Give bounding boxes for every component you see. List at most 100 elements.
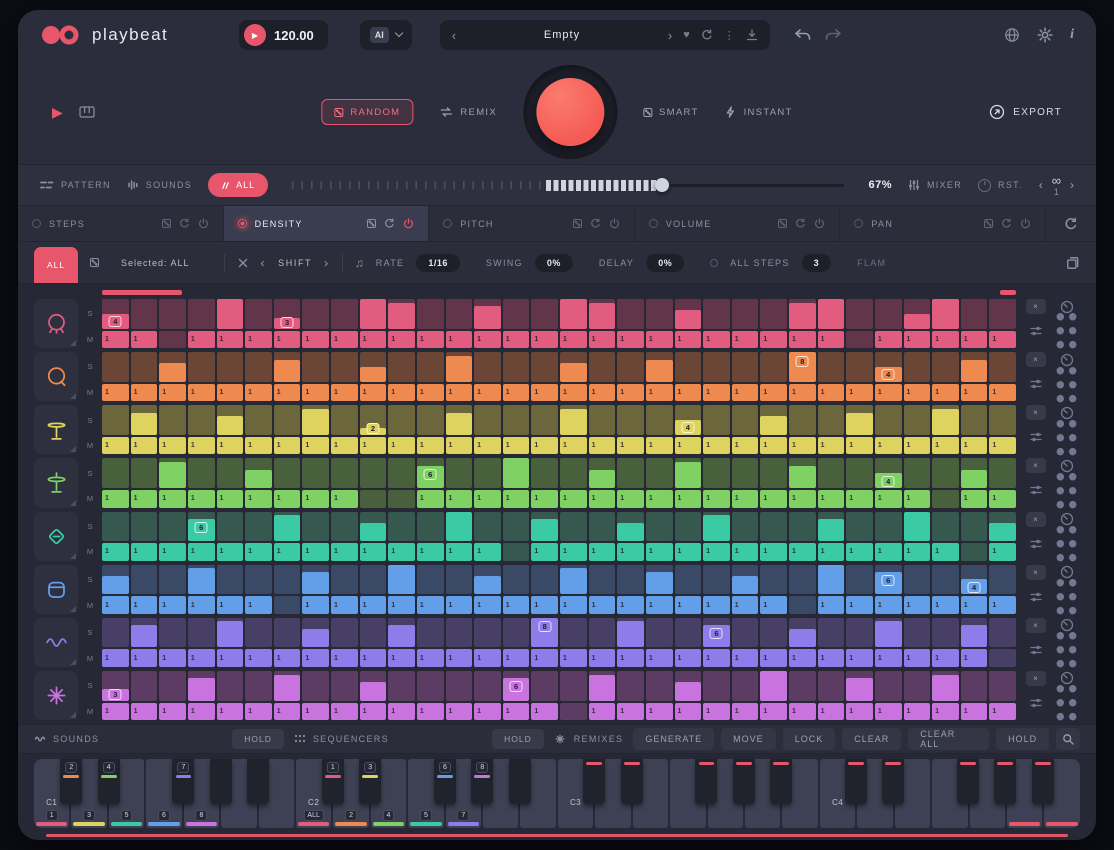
step-cell[interactable] [446, 671, 473, 701]
step-cell[interactable] [245, 512, 272, 542]
pulse-cell[interactable]: 1 [474, 331, 501, 348]
step-cell[interactable] [560, 458, 587, 488]
page-prev-button[interactable]: ‹ [1039, 178, 1043, 192]
step-cell[interactable] [302, 671, 329, 701]
pulse-cell[interactable]: 1 [388, 437, 415, 454]
mixer-button[interactable]: MIXER [908, 179, 962, 191]
step-cell[interactable] [818, 458, 845, 488]
mute-button[interactable]: M [82, 649, 98, 666]
pulse-cell[interactable]: 1 [417, 596, 444, 613]
step-cell[interactable] [932, 512, 959, 542]
pulse-cell[interactable]: 1 [388, 649, 415, 666]
pulse-cell[interactable]: 1 [732, 703, 759, 720]
pulse-cell[interactable]: 1 [388, 543, 415, 560]
pulse-cell[interactable]: 1 [360, 649, 387, 666]
step-cell[interactable] [474, 405, 501, 435]
pulse-cell[interactable]: 1 [818, 543, 845, 560]
pulse-cell[interactable] [503, 543, 530, 560]
pulse-cell[interactable]: 1 [961, 384, 988, 401]
step-cell[interactable] [560, 299, 587, 329]
lock-button[interactable]: LOCK [783, 728, 836, 750]
pulse-cell[interactable]: 1 [503, 437, 530, 454]
piano-key-black[interactable] [583, 759, 605, 804]
step-cell[interactable] [331, 299, 358, 329]
all-steps-value[interactable]: 3 [802, 254, 832, 272]
step-cell[interactable] [360, 671, 387, 701]
pulse-cell[interactable]: 1 [789, 437, 816, 454]
step-cell[interactable] [560, 405, 587, 435]
pulse-cell[interactable] [789, 596, 816, 613]
favorite-icon[interactable]: ♥ [683, 29, 690, 41]
step-cell[interactable] [360, 618, 387, 648]
step-cell[interactable] [302, 458, 329, 488]
step-cell[interactable] [531, 512, 558, 542]
step-cell[interactable] [217, 405, 244, 435]
step-cell[interactable] [675, 565, 702, 595]
pulse-cell[interactable]: 1 [703, 490, 730, 507]
step-cell[interactable] [474, 618, 501, 648]
pulse-cell[interactable]: 1 [360, 331, 387, 348]
pulse-cell[interactable]: 1 [989, 703, 1016, 720]
step-cell[interactable] [388, 299, 415, 329]
pulse-cell[interactable]: 1 [904, 543, 931, 560]
step-cell[interactable] [818, 352, 845, 382]
dice-icon[interactable] [90, 258, 99, 267]
delay-value[interactable]: 0% [646, 254, 684, 272]
dice-icon[interactable] [573, 219, 582, 228]
undo-icon[interactable] [794, 28, 812, 42]
track-settings-icon[interactable] [1029, 643, 1043, 657]
step-cell[interactable]: 6 [188, 512, 215, 542]
pulse-cell[interactable]: 1 [159, 543, 186, 560]
drag-handle-icon[interactable] [1051, 575, 1082, 618]
step-cell[interactable]: 8 [531, 618, 558, 648]
step-cell[interactable] [932, 565, 959, 595]
step-cell[interactable] [646, 512, 673, 542]
copy-icon[interactable] [1066, 256, 1080, 270]
preset-prev-button[interactable]: ‹ [452, 28, 456, 43]
pulse-cell[interactable]: 1 [560, 490, 587, 507]
track-mute-icon[interactable]: × [1026, 405, 1046, 420]
step-cell[interactable] [503, 299, 530, 329]
step-cell[interactable] [760, 352, 787, 382]
step-cell[interactable] [989, 671, 1016, 701]
track-mute-icon[interactable]: × [1026, 352, 1046, 367]
pulse-cell[interactable]: 1 [531, 384, 558, 401]
pulse-cell[interactable]: 1 [560, 596, 587, 613]
power-icon[interactable] [198, 218, 209, 229]
pulse-cell[interactable]: 1 [760, 649, 787, 666]
sequencers-hold-button[interactable]: HOLD [492, 729, 544, 749]
step-cell[interactable] [274, 671, 301, 701]
pulse-cell[interactable]: 1 [331, 384, 358, 401]
pulse-cell[interactable]: 1 [932, 331, 959, 348]
swing-value[interactable]: 0% [535, 254, 573, 272]
pulse-cell[interactable]: 1 [188, 437, 215, 454]
pulse-cell[interactable]: 1 [703, 384, 730, 401]
pulse-cell[interactable]: 1 [102, 596, 129, 613]
pulse-cell[interactable]: 1 [302, 490, 329, 507]
pulse-cell[interactable]: 1 [274, 543, 301, 560]
step-cell[interactable] [131, 352, 158, 382]
pulse-cell[interactable]: 1 [474, 384, 501, 401]
step-cell[interactable] [388, 512, 415, 542]
pulse-cell[interactable]: 1 [360, 596, 387, 613]
tab-steps[interactable]: STEPS [18, 206, 224, 241]
step-cell[interactable] [274, 618, 301, 648]
pulse-cell[interactable]: 1 [703, 437, 730, 454]
step-cell[interactable] [961, 618, 988, 648]
step-cell[interactable] [245, 352, 272, 382]
pulse-cell[interactable] [989, 649, 1016, 666]
step-cell[interactable] [188, 565, 215, 595]
pulse-cell[interactable]: 1 [531, 703, 558, 720]
pulse-cell[interactable]: 1 [875, 437, 902, 454]
pulse-cell[interactable]: 1 [732, 437, 759, 454]
step-cell[interactable] [617, 299, 644, 329]
step-cell[interactable] [159, 405, 186, 435]
step-cell[interactable] [474, 512, 501, 542]
step-cell[interactable] [789, 458, 816, 488]
pulse-cell[interactable]: 1 [560, 649, 587, 666]
step-cell[interactable] [675, 352, 702, 382]
piano-key-black[interactable] [509, 759, 531, 804]
pulse-cell[interactable]: 1 [446, 437, 473, 454]
mute-button[interactable]: M [82, 490, 98, 507]
step-cell[interactable] [446, 352, 473, 382]
